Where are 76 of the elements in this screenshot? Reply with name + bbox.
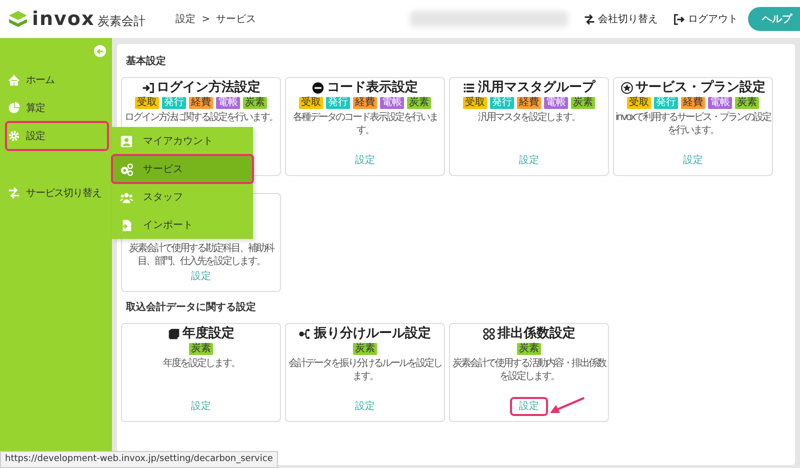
card-description: 会計データを振り分けるルールを設定します。: [288, 357, 442, 383]
section-title: 基本設定: [125, 54, 167, 69]
breadcrumb-item[interactable]: 設定: [176, 12, 196, 26]
service-tag: 受取: [463, 97, 487, 109]
service-tag: 経費: [353, 97, 377, 109]
sidebar-item[interactable]: 算定: [6, 94, 108, 122]
service-tag: 経費: [517, 97, 541, 109]
switch-arrows-icon: [584, 14, 595, 24]
logo-icon: [8, 10, 28, 28]
switch-company-button[interactable]: 会社切り替え: [584, 12, 658, 26]
card-title: ログイン方法設定: [142, 80, 260, 96]
sidebar-item[interactable]: ホーム: [6, 66, 108, 94]
service-tag: 炭素: [243, 97, 267, 109]
service-tag: 炭素: [353, 343, 377, 355]
service-tag: 受取: [627, 97, 651, 109]
submenu-item[interactable]: インポート: [112, 211, 253, 239]
logo-text: invox: [32, 6, 95, 32]
breadcrumb-separator: >: [202, 12, 210, 26]
card-title: 排出係数設定: [482, 326, 576, 342]
card-description: invoxで利用するサービス・プランの設定を行います。: [615, 111, 771, 137]
submenu-item[interactable]: サービス: [112, 155, 253, 183]
card-description: 年度を設定します。: [162, 357, 240, 370]
card-description: 炭素会計で使用する活動内容・排出係数を設定します。: [452, 357, 607, 383]
sidebar-item[interactable]: サービス切り替え: [6, 179, 108, 207]
code-badge-icon: [312, 82, 324, 94]
switch-arrows-icon: [8, 187, 20, 199]
card-title: コード表示設定: [312, 80, 418, 96]
service-tag: 受取: [299, 97, 323, 109]
service-tag: 受取: [135, 97, 159, 109]
file-import-icon: [120, 218, 133, 232]
card-title: 年度設定: [168, 326, 234, 342]
card-description: ログイン方法に関する設定を行います。: [124, 111, 278, 124]
service-tag: 経費: [681, 97, 705, 109]
logo-subtitle: 炭素会計: [98, 12, 146, 30]
sign-out-icon: [674, 14, 685, 24]
home-icon: [8, 74, 20, 86]
submenu-item[interactable]: スタッフ: [112, 183, 253, 211]
service-tag: 発行: [326, 97, 350, 109]
card-title: 汎用マスタグループ: [463, 80, 595, 96]
logout-button[interactable]: ログアウト: [674, 12, 738, 26]
submenu-item[interactable]: マイアカウント: [112, 127, 253, 155]
status-bar-url: https://development-web.invox.jp/setting/decarbon_service: [0, 450, 278, 468]
annotation-arrow: [550, 397, 584, 413]
service-tag: 炭素: [189, 343, 213, 355]
pie-chart-icon: [8, 102, 20, 114]
service-tag: 炭素: [735, 97, 759, 109]
split-icon: [299, 328, 311, 340]
section-title: 取込会計データに関する設定: [124, 300, 257, 315]
people-icon: [120, 190, 133, 204]
sign-in-icon: [142, 82, 154, 94]
service-tag: 経費: [189, 97, 213, 109]
service-tag: 炭素: [407, 97, 431, 109]
service-tag: 発行: [162, 97, 186, 109]
gear-icon: [8, 130, 20, 142]
card-title: サービス・プラン設定: [620, 80, 766, 96]
service-tag: 炭素: [517, 343, 541, 355]
service-tag: 電帳: [544, 97, 568, 109]
service-tag: 発行: [654, 97, 678, 109]
collapse-button[interactable]: [94, 45, 106, 57]
service-tag: 炭素: [571, 97, 595, 109]
card-description: 炭素会計で使用する勘定科目、補助科目、部門、仕入先を設定します。: [128, 242, 275, 268]
service-tag: 電帳: [708, 97, 732, 109]
card-description: 汎用マスタを設定します。: [478, 111, 580, 124]
card-description: 各種データのコード表示設定を行います。: [292, 111, 438, 137]
breadcrumb-item: サービス: [216, 12, 256, 26]
service-tag: 発行: [490, 97, 514, 109]
list-icon: [463, 82, 475, 94]
sidebar-item[interactable]: 設定: [6, 122, 108, 150]
service-tag: 電帳: [216, 97, 240, 109]
service-tag: 電帳: [380, 97, 404, 109]
gears-icon: [120, 162, 133, 176]
person-icon: [120, 134, 133, 148]
arrow-left-icon: [96, 46, 104, 56]
card-title: 振り分けルール設定: [299, 326, 431, 342]
star-icon: [620, 82, 632, 94]
four-circles-icon: [482, 328, 494, 340]
